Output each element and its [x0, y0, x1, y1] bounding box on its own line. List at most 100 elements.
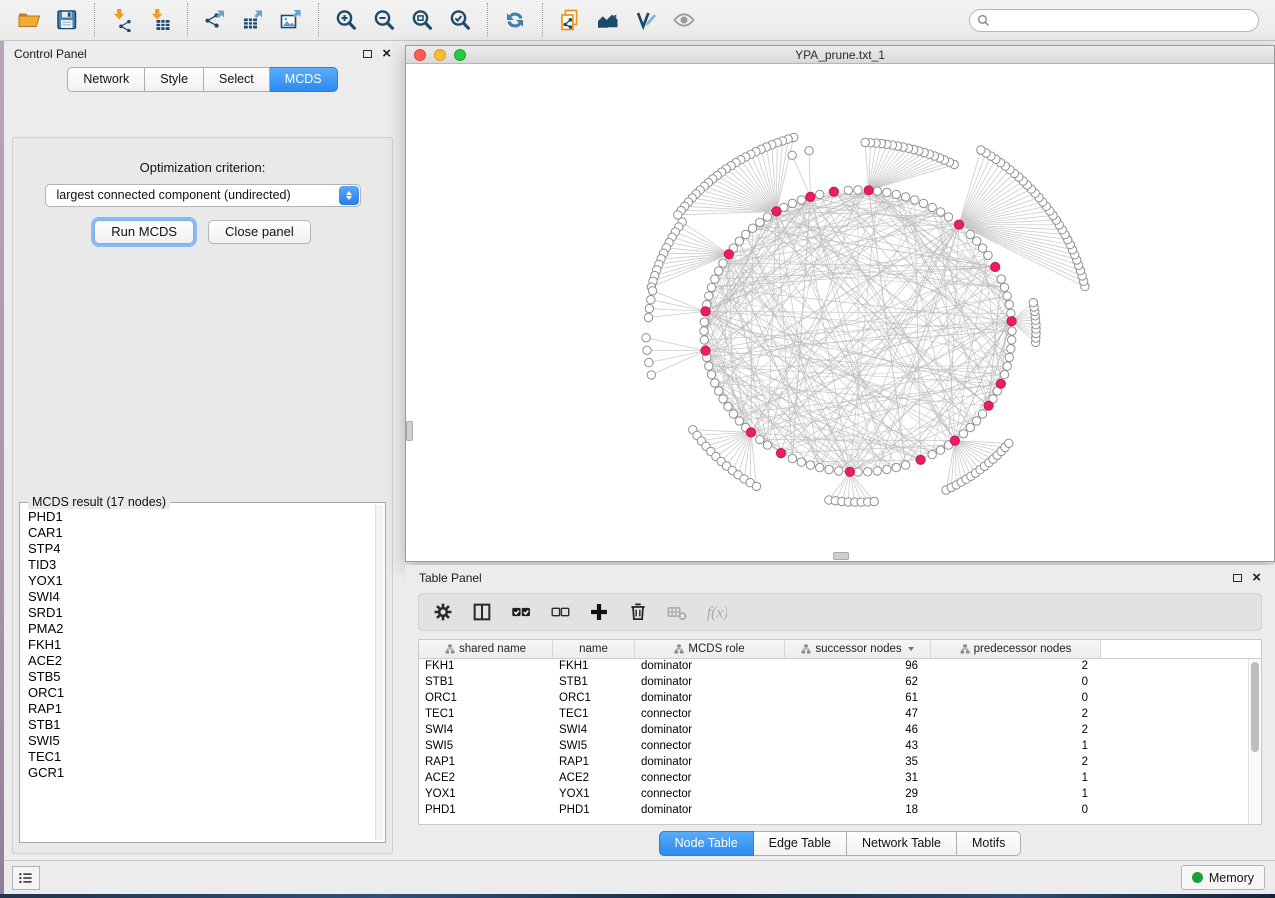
- mcds-result-item[interactable]: PHD1: [24, 509, 375, 525]
- close-panel-button[interactable]: Close panel: [208, 220, 311, 244]
- table-row[interactable]: SWI4SWI4dominator462: [419, 723, 1261, 739]
- optimization-criterion-dropdown[interactable]: largest connected component (undirected): [45, 184, 361, 207]
- graph-node[interactable]: [966, 423, 974, 431]
- graph-node[interactable]: [901, 461, 909, 469]
- mcds-result-item[interactable]: RAP1: [24, 701, 375, 717]
- graph-leaf-node[interactable]: [1029, 298, 1037, 306]
- import-table-button[interactable]: [141, 3, 179, 37]
- run-mcds-button[interactable]: Run MCDS: [94, 220, 194, 244]
- open-file-button[interactable]: [10, 3, 48, 37]
- graph-dominator-node[interactable]: [950, 436, 959, 445]
- column-header-predecessor-nodes[interactable]: predecessor nodes: [931, 640, 1101, 658]
- graph-leaf-node[interactable]: [870, 497, 878, 505]
- graph-node[interactable]: [742, 230, 750, 238]
- graph-node[interactable]: [883, 465, 891, 473]
- graph-node[interactable]: [1007, 345, 1015, 353]
- graph-node[interactable]: [854, 186, 862, 194]
- graph-leaf-node[interactable]: [805, 147, 813, 155]
- graph-node[interactable]: [756, 435, 764, 443]
- graph-node[interactable]: [700, 327, 708, 335]
- mcds-result-item[interactable]: TID3: [24, 557, 375, 573]
- graph-leaf-node[interactable]: [642, 334, 650, 342]
- graph-node[interactable]: [724, 402, 732, 410]
- graph-dominator-node[interactable]: [916, 455, 925, 464]
- graph-dominator-node[interactable]: [772, 207, 781, 216]
- mcds-result-item[interactable]: STB5: [24, 669, 375, 685]
- network-horizontal-scroll-thumb[interactable]: [833, 552, 849, 560]
- graph-leaf-node[interactable]: [644, 313, 652, 321]
- export-network-button[interactable]: [196, 3, 234, 37]
- graph-node[interactable]: [1005, 353, 1013, 361]
- table-scroll-thumb[interactable]: [1251, 662, 1259, 752]
- graph-node[interactable]: [748, 224, 756, 232]
- column-header-shared-name[interactable]: shared name: [419, 640, 553, 658]
- graph-dominator-node[interactable]: [845, 467, 854, 476]
- graph-leaf-node[interactable]: [752, 482, 760, 490]
- float-panel-icon[interactable]: [363, 50, 372, 58]
- graph-dominator-node[interactable]: [701, 346, 710, 355]
- graph-node[interactable]: [1008, 327, 1016, 335]
- new-network-from-selection-button[interactable]: [551, 3, 589, 37]
- graph-node[interactable]: [715, 267, 723, 275]
- graph-node[interactable]: [928, 450, 936, 458]
- graph-leaf-node[interactable]: [648, 287, 656, 295]
- table-scrollbar[interactable]: [1248, 659, 1261, 824]
- graph-node[interactable]: [966, 230, 974, 238]
- graph-dominator-node[interactable]: [746, 428, 755, 437]
- column-header-successor-nodes[interactable]: successor nodes: [785, 640, 931, 658]
- table-row[interactable]: FKH1FKH1dominator962: [419, 659, 1261, 675]
- table-row[interactable]: RAP1RAP1dominator352: [419, 755, 1261, 771]
- column-header-MCDS-role[interactable]: MCDS role: [635, 640, 785, 658]
- memory-button[interactable]: Memory: [1181, 865, 1265, 890]
- graph-node[interactable]: [911, 196, 919, 204]
- graph-node[interactable]: [873, 187, 881, 195]
- graph-node[interactable]: [984, 251, 992, 259]
- graph-node[interactable]: [797, 458, 805, 466]
- delete-columns-button[interactable]: [626, 600, 650, 624]
- table-options-gear-button[interactable]: [431, 600, 455, 624]
- graph-dominator-node[interactable]: [724, 250, 733, 259]
- graph-node[interactable]: [705, 362, 713, 370]
- mcds-result-item[interactable]: SRD1: [24, 605, 375, 621]
- create-column-button[interactable]: [587, 600, 611, 624]
- graph-dominator-node[interactable]: [701, 307, 710, 316]
- graph-dominator-node[interactable]: [991, 262, 1000, 271]
- graph-node[interactable]: [928, 203, 936, 211]
- graph-leaf-node[interactable]: [643, 346, 651, 354]
- tab-network-table[interactable]: Network Table: [847, 831, 957, 856]
- graph-dominator-node[interactable]: [776, 449, 785, 458]
- graph-node[interactable]: [978, 410, 986, 418]
- graph-node[interactable]: [729, 410, 737, 418]
- graph-node[interactable]: [892, 190, 900, 198]
- mcds-result-item[interactable]: SWI4: [24, 589, 375, 605]
- network-vertical-scroll-thumb[interactable]: [406, 421, 413, 441]
- graph-node[interactable]: [883, 188, 891, 196]
- table-row[interactable]: SWI5SWI5connector431: [419, 739, 1261, 755]
- graph-node[interactable]: [756, 218, 764, 226]
- export-image-button[interactable]: [272, 3, 310, 37]
- graph-node[interactable]: [864, 468, 872, 476]
- graph-node[interactable]: [711, 275, 719, 283]
- graph-node[interactable]: [1000, 370, 1008, 378]
- graph-node[interactable]: [788, 199, 796, 207]
- mcds-result-item[interactable]: SWI5: [24, 733, 375, 749]
- zoom-out-button[interactable]: [365, 3, 403, 37]
- graph-node[interactable]: [901, 193, 909, 201]
- graph-node[interactable]: [763, 441, 771, 449]
- graph-node[interactable]: [919, 199, 927, 207]
- vizmap-button[interactable]: [627, 3, 665, 37]
- zoom-fit-button[interactable]: [403, 3, 441, 37]
- graph-node[interactable]: [797, 196, 805, 204]
- select-all-columns-button[interactable]: [509, 600, 533, 624]
- graph-node[interactable]: [700, 336, 708, 344]
- graph-node[interactable]: [719, 259, 727, 267]
- tab-motifs[interactable]: Motifs: [957, 831, 1021, 856]
- graph-node[interactable]: [835, 467, 843, 475]
- mcds-result-item[interactable]: PMA2: [24, 621, 375, 637]
- mcds-result-item[interactable]: ORC1: [24, 685, 375, 701]
- graph-node[interactable]: [735, 237, 743, 245]
- graph-node[interactable]: [806, 461, 814, 469]
- graph-leaf-node[interactable]: [674, 211, 682, 219]
- show-panels-button[interactable]: [12, 866, 40, 890]
- zoom-selected-button[interactable]: [441, 3, 479, 37]
